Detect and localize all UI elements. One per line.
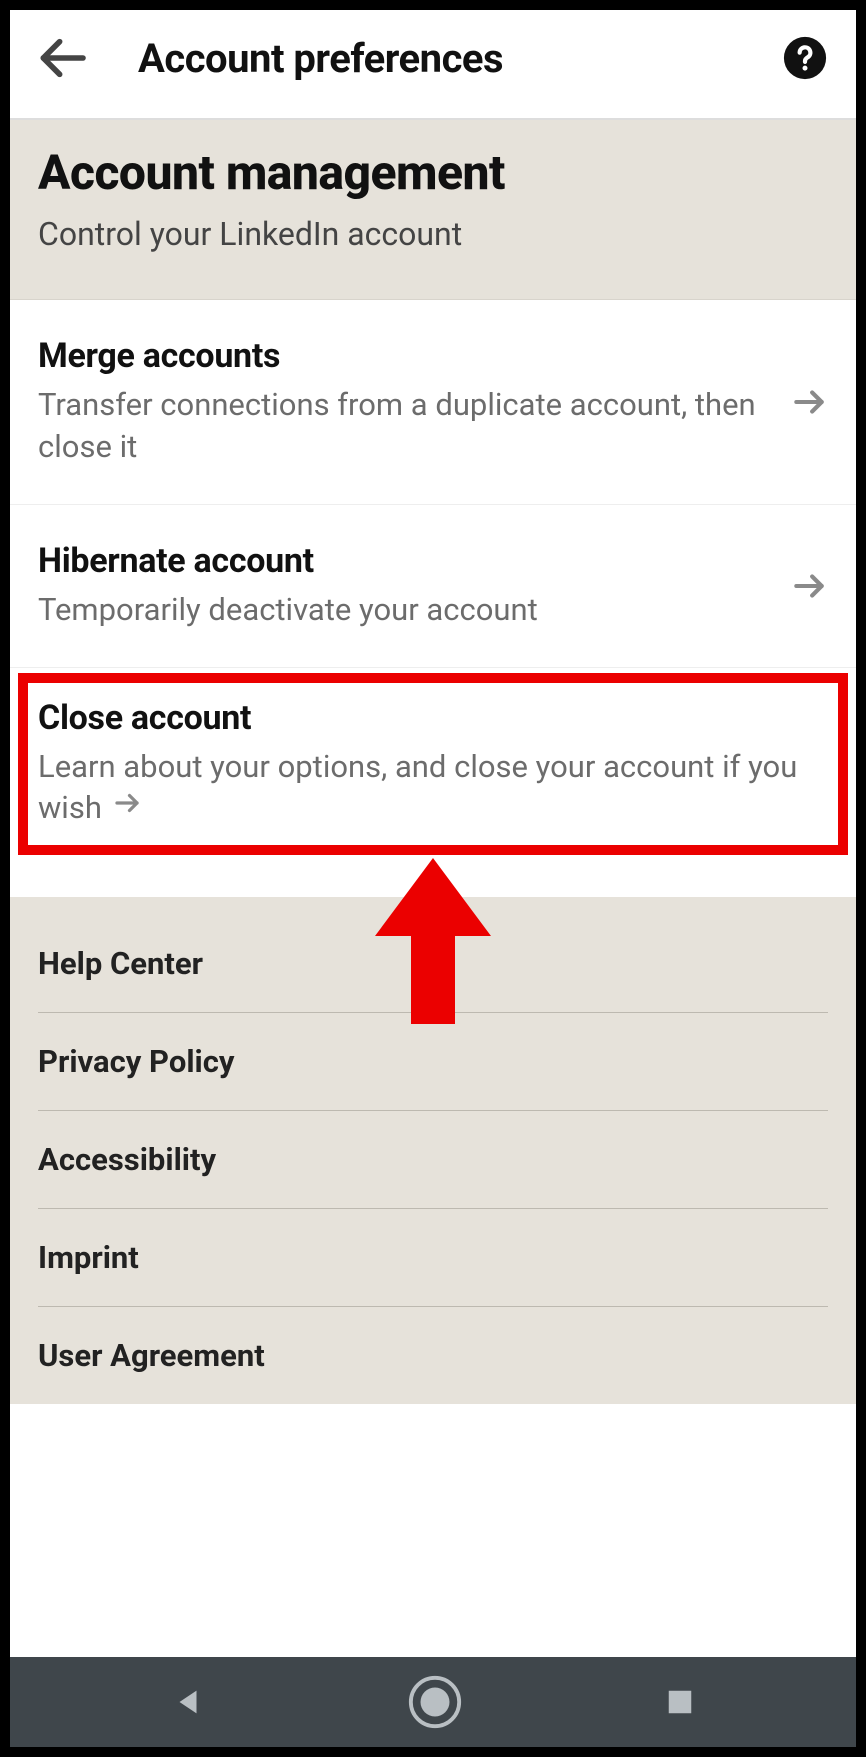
item-body: Merge accounts Transfer connections from… (38, 336, 772, 468)
close-account-highlight: Close account Learn about your options, … (10, 667, 856, 862)
item-desc-text: Learn about your options, and close your… (38, 748, 797, 827)
back-icon[interactable] (34, 30, 90, 86)
section-title: Account management (38, 144, 828, 201)
item-desc: Transfer connections from a duplicate ac… (38, 384, 772, 468)
footer-links: Help Center Privacy Policy Accessibility… (10, 897, 856, 1404)
item-desc: Temporarily deactivate your account (38, 589, 772, 631)
merge-accounts-item[interactable]: Merge accounts Transfer connections from… (10, 300, 856, 504)
section-header: Account management Control your LinkedIn… (10, 120, 856, 300)
hibernate-account-item[interactable]: Hibernate account Temporarily deactivate… (10, 504, 856, 667)
close-account-item[interactable]: Close account Learn about your options, … (10, 667, 856, 862)
chevron-right-icon (790, 567, 828, 605)
help-center-link[interactable]: Help Center (38, 915, 828, 1013)
nav-home-icon[interactable] (406, 1673, 464, 1731)
privacy-policy-link[interactable]: Privacy Policy (38, 1013, 828, 1111)
item-title: Close account (38, 698, 828, 738)
nav-back-icon[interactable] (171, 1685, 205, 1719)
appbar: Account preferences (10, 10, 856, 106)
section-subtitle: Control your LinkedIn account (38, 215, 828, 253)
user-agreement-link[interactable]: User Agreement (38, 1307, 828, 1404)
item-body: Close account Learn about your options, … (38, 698, 828, 832)
item-title: Merge accounts (38, 336, 772, 376)
item-desc: Learn about your options, and close your… (38, 746, 828, 832)
android-navbar (10, 1657, 856, 1747)
imprint-link[interactable]: Imprint (38, 1209, 828, 1307)
chevron-right-icon (790, 383, 828, 421)
accessibility-link[interactable]: Accessibility (38, 1111, 828, 1209)
page-title: Account preferences (138, 35, 734, 82)
help-icon[interactable] (782, 35, 828, 81)
item-title: Hibernate account (38, 541, 772, 581)
item-body: Hibernate account Temporarily deactivate… (38, 541, 772, 631)
spacer (10, 861, 856, 897)
nav-recent-icon[interactable] (665, 1687, 695, 1717)
chevron-right-icon (112, 787, 142, 829)
